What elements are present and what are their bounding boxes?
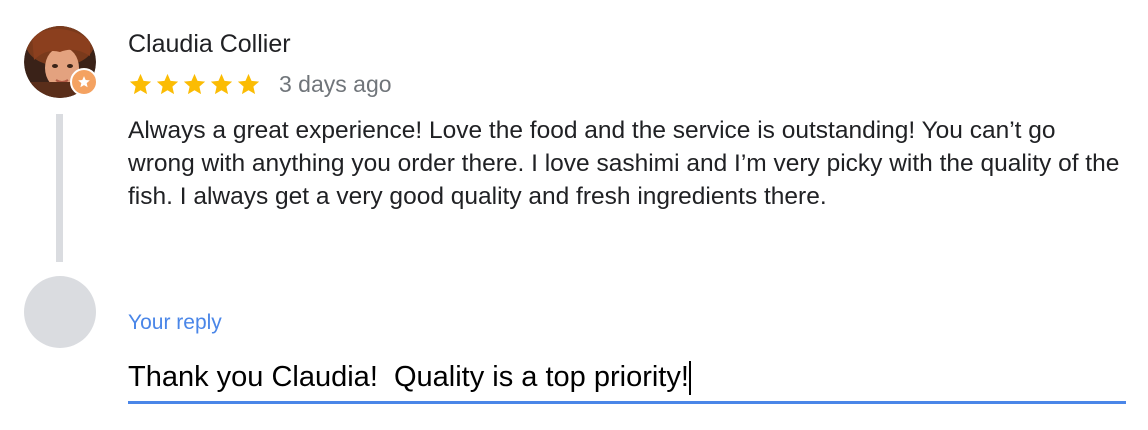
reply-field-label: Your reply bbox=[128, 311, 222, 334]
review-date: 3 days ago bbox=[279, 70, 392, 97]
reviewer-name[interactable]: Claudia Collier bbox=[128, 30, 291, 59]
reply-input-value[interactable]: Thank you Claudia! Quality is a top prio… bbox=[128, 355, 689, 399]
reviewer-avatar[interactable] bbox=[24, 26, 98, 98]
star-rating bbox=[128, 72, 261, 97]
star-icon bbox=[129, 73, 152, 94]
thread-connector-line bbox=[56, 114, 63, 262]
local-guide-badge-icon bbox=[70, 68, 98, 96]
reply-input[interactable]: Thank you Claudia! Quality is a top prio… bbox=[128, 355, 1126, 404]
review-text: Always a great experience! Love the food… bbox=[128, 117, 1120, 210]
text-cursor bbox=[688, 361, 691, 395]
star-icon bbox=[210, 73, 233, 94]
star-icon bbox=[156, 73, 179, 94]
star-icon bbox=[183, 73, 206, 94]
rating-row: 3 days ago bbox=[128, 69, 392, 99]
reply-avatar bbox=[24, 276, 96, 348]
star-icon bbox=[237, 73, 260, 94]
